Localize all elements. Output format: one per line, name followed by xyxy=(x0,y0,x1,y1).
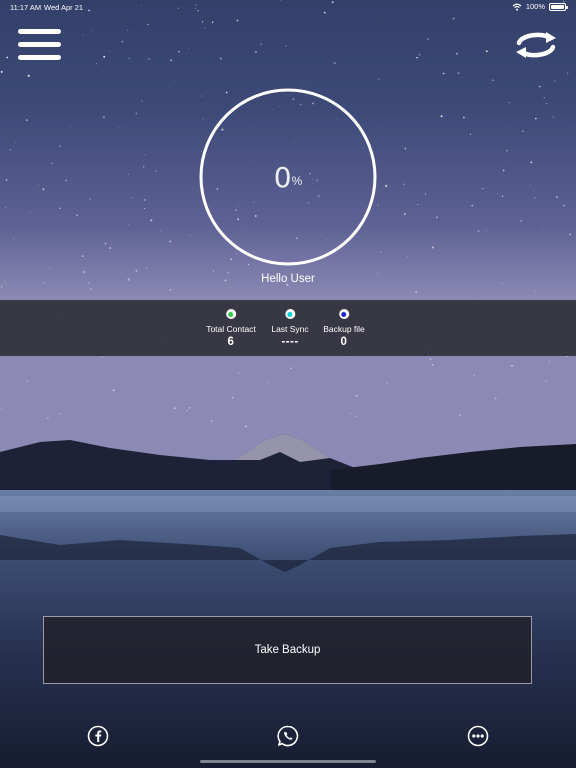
progress-value: 0 xyxy=(273,160,292,194)
take-backup-button[interactable]: Take Backup xyxy=(43,616,532,684)
stat-last-sync: Last Sync ---- xyxy=(271,309,309,348)
stats-panel: Total Contact 6 Last Sync ---- Backup fi… xyxy=(0,300,576,356)
whatsapp-share-button[interactable] xyxy=(277,725,299,747)
sync-arrows-icon xyxy=(516,32,556,58)
battery-icon xyxy=(549,2,568,11)
home-indicator xyxy=(200,760,376,763)
progress-unit: % xyxy=(291,174,303,188)
status-dot-icon xyxy=(284,309,295,319)
stat-value: ---- xyxy=(281,336,299,348)
status-bar: 11:17 AM Wed Apr 21 100% xyxy=(0,0,576,16)
more-options-button[interactable] xyxy=(467,725,489,747)
stat-label: Last Sync xyxy=(271,324,309,334)
status-dot-icon xyxy=(339,309,349,319)
greeting-text: Hello User xyxy=(261,273,315,285)
status-date: Wed Apr 21 xyxy=(44,3,84,12)
progress-display: 0 % xyxy=(199,88,377,266)
menu-button[interactable] xyxy=(18,29,61,61)
facebook-icon xyxy=(87,725,109,747)
whatsapp-icon xyxy=(277,725,299,747)
battery-percent: 100% xyxy=(525,2,545,11)
stat-value: 6 xyxy=(227,336,235,348)
sync-button[interactable] xyxy=(513,30,559,60)
stat-value: 0 xyxy=(340,336,348,348)
stat-total-contact: Total Contact 6 xyxy=(206,309,256,348)
stat-label: Backup file xyxy=(323,324,365,334)
stat-backup-file: Backup file 0 xyxy=(323,309,365,348)
take-backup-label: Take Backup xyxy=(254,644,321,656)
status-indicators: 100% xyxy=(512,2,568,11)
wifi-icon xyxy=(512,3,522,11)
more-icon xyxy=(467,725,489,747)
stat-label: Total Contact xyxy=(206,324,256,334)
status-time: 11:17 AM xyxy=(10,3,42,12)
status-dot-icon xyxy=(226,309,236,319)
facebook-share-button[interactable] xyxy=(87,725,109,747)
